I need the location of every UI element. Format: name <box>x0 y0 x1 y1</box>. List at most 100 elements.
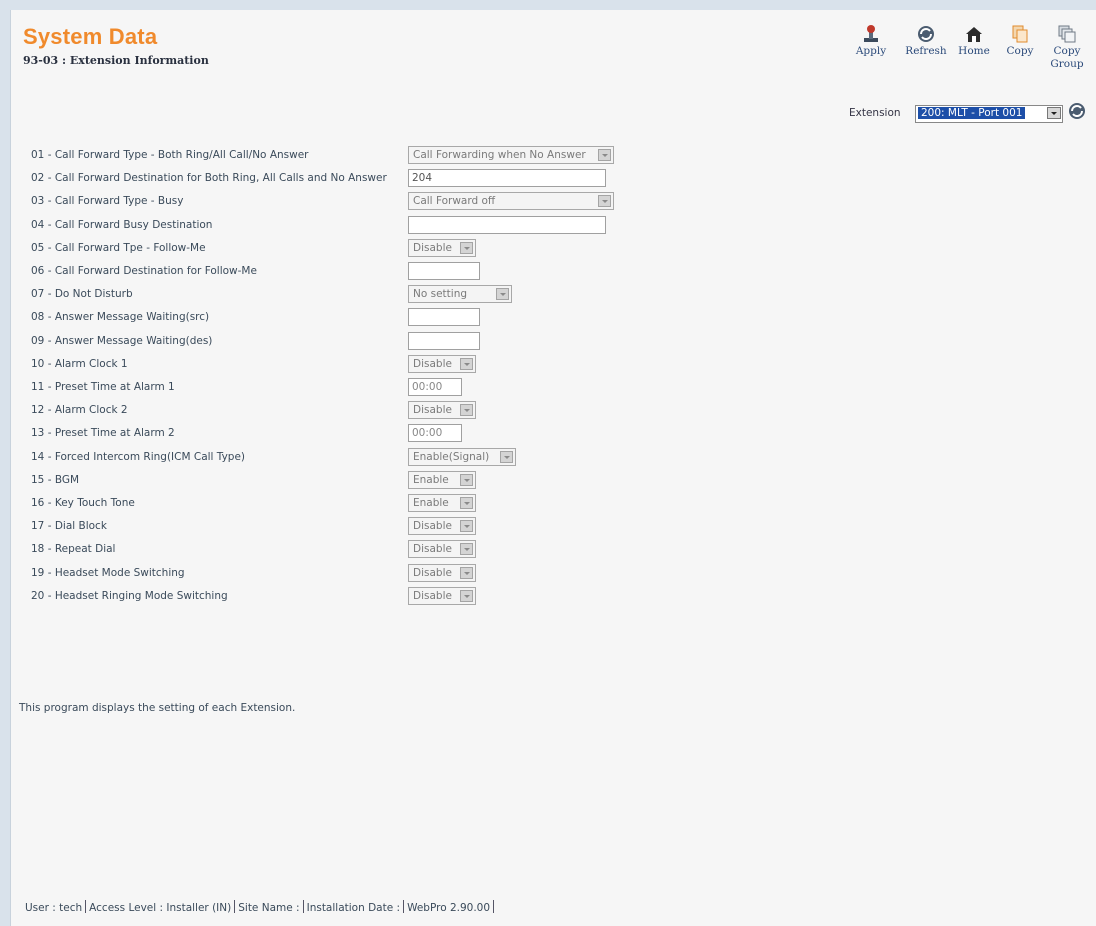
apply-button[interactable]: Apply <box>849 24 893 58</box>
copy-icon <box>1012 25 1028 43</box>
home-label: Home <box>958 45 990 57</box>
chevron-down-icon <box>496 288 509 301</box>
setting-value: Disable <box>413 404 452 417</box>
setting-input[interactable] <box>408 215 606 234</box>
setting-label: 13 - Preset Time at Alarm 2 <box>31 427 175 440</box>
setting-select[interactable]: Call Forwarding when No Answer <box>408 146 614 164</box>
stamp-icon <box>864 25 878 42</box>
setting-label: 10 - Alarm Clock 1 <box>31 357 128 370</box>
setting-value: 00:00 <box>412 427 443 440</box>
footer-installation-date: Installation Date : <box>306 902 401 914</box>
setting-value: Disable <box>413 520 452 533</box>
extension-select[interactable]: 200: MLT - Port 001 <box>915 105 1063 123</box>
setting-input[interactable]: 00:00 <box>408 424 462 443</box>
setting-select[interactable]: Disable <box>408 586 476 605</box>
footer-version: WebPro 2.90.00 <box>407 902 491 914</box>
setting-value: 204 <box>412 172 433 185</box>
setting-value: 00:00 <box>412 381 443 393</box>
apply-label: Apply <box>855 45 887 57</box>
setting-label: 14 - Forced Intercom Ring(ICM Call Type) <box>31 450 246 463</box>
setting-value: Disable <box>413 543 452 556</box>
setting-label: 16 - Key Touch Tone <box>31 497 135 509</box>
setting-label: 11 - Preset Time at Alarm 1 <box>31 381 175 393</box>
setting-label: 03 - Call Forward Type - Busy <box>31 195 184 208</box>
refresh-label: Refresh <box>905 45 947 57</box>
setting-select[interactable]: Disable <box>408 401 476 420</box>
setting-select[interactable]: Enable(Signal) <box>408 447 516 466</box>
footer-access-level: Access Level : Installer (IN) <box>89 902 232 914</box>
setting-value: Disable <box>413 241 452 254</box>
setting-input[interactable] <box>408 308 480 327</box>
setting-input[interactable]: 00:00 <box>408 378 462 396</box>
setting-input[interactable] <box>408 331 480 350</box>
setting-select[interactable]: Disable <box>408 238 476 257</box>
copy-button[interactable]: Copy <box>998 24 1042 58</box>
setting-label: 20 - Headset Ringing Mode Switching <box>31 589 228 602</box>
chevron-down-icon <box>598 149 611 161</box>
refresh-icon <box>1069 103 1085 119</box>
setting-label: 12 - Alarm Clock 2 <box>31 404 128 417</box>
setting-select[interactable]: No setting <box>408 285 512 304</box>
setting-label: 07 - Do Not Disturb <box>31 288 133 301</box>
chevron-down-icon <box>460 520 473 533</box>
chevron-down-icon <box>1047 107 1061 119</box>
setting-select[interactable]: Disable <box>408 563 476 582</box>
setting-label: 15 - BGM <box>31 473 80 486</box>
setting-label: 06 - Call Forward Destination for Follow… <box>31 265 257 277</box>
chevron-down-icon <box>598 195 611 208</box>
setting-label: 08 - Answer Message Waiting(src) <box>31 311 210 324</box>
setting-label: 19 - Headset Mode Switching <box>31 566 185 579</box>
setting-value: Disable <box>413 589 452 602</box>
setting-select[interactable]: Disable <box>408 517 476 536</box>
setting-value: Enable <box>413 473 449 486</box>
setting-value: Enable <box>413 497 449 509</box>
main-panel: System Data 93-03 : Extension Informatio… <box>10 10 1096 926</box>
page-subtitle: 93-03 : Extension Information <box>23 54 209 67</box>
home-button[interactable]: Home <box>952 24 996 58</box>
extension-refresh-button[interactable] <box>1067 101 1087 124</box>
setting-value: Enable(Signal) <box>413 450 490 463</box>
page-title: System Data <box>23 24 158 49</box>
setting-label: 09 - Answer Message Waiting(des) <box>31 334 213 347</box>
setting-select[interactable]: Enable <box>408 470 476 489</box>
setting-label: 05 - Call Forward Tpe - Follow-Me <box>31 241 206 254</box>
program-description: This program displays the setting of eac… <box>19 702 296 714</box>
setting-input[interactable]: 204 <box>408 169 606 188</box>
status-footer: User : tech Access Level : Installer (IN)… <box>25 900 497 914</box>
setting-select[interactable]: Enable <box>408 494 476 512</box>
chevron-down-icon <box>460 543 473 556</box>
setting-select[interactable]: Call Forward off <box>408 192 614 211</box>
copy-label: Copy <box>1006 45 1034 57</box>
chevron-down-icon <box>460 589 473 602</box>
setting-value: Call Forwarding when No Answer <box>413 149 586 161</box>
copy-group-icon <box>1058 25 1076 43</box>
setting-label: 17 - Dial Block <box>31 520 107 533</box>
setting-select[interactable]: Disable <box>408 354 476 373</box>
setting-label: 04 - Call Forward Busy Destination <box>31 218 213 231</box>
copy-group-label: Copy Group <box>1050 45 1084 70</box>
refresh-button[interactable]: Refresh <box>904 24 948 58</box>
chevron-down-icon <box>460 241 473 254</box>
refresh-icon <box>918 26 934 42</box>
home-icon <box>966 27 982 42</box>
chevron-down-icon <box>460 566 473 579</box>
setting-select[interactable]: Disable <box>408 540 476 559</box>
footer-site-name: Site Name : <box>238 902 300 914</box>
setting-value: Call Forward off <box>413 195 496 208</box>
setting-label: 02 - Call Forward Destination for Both R… <box>31 172 387 185</box>
setting-value: Disable <box>413 566 452 579</box>
extension-label: Extension <box>849 107 901 119</box>
chevron-down-icon <box>460 404 473 417</box>
chevron-down-icon <box>460 473 473 486</box>
chevron-down-icon <box>460 497 473 509</box>
chevron-down-icon <box>460 357 473 370</box>
setting-value: Disable <box>413 357 452 370</box>
footer-user: User : tech <box>25 902 83 914</box>
copy-group-button[interactable]: Copy Group <box>1042 24 1092 71</box>
setting-input[interactable] <box>408 262 480 280</box>
chevron-down-icon <box>500 450 513 463</box>
setting-label: 01 - Call Forward Type - Both Ring/All C… <box>31 149 309 161</box>
extension-selected-value: 200: MLT - Port 001 <box>918 107 1026 119</box>
setting-value: No setting <box>413 288 468 301</box>
setting-label: 18 - Repeat Dial <box>31 543 116 556</box>
